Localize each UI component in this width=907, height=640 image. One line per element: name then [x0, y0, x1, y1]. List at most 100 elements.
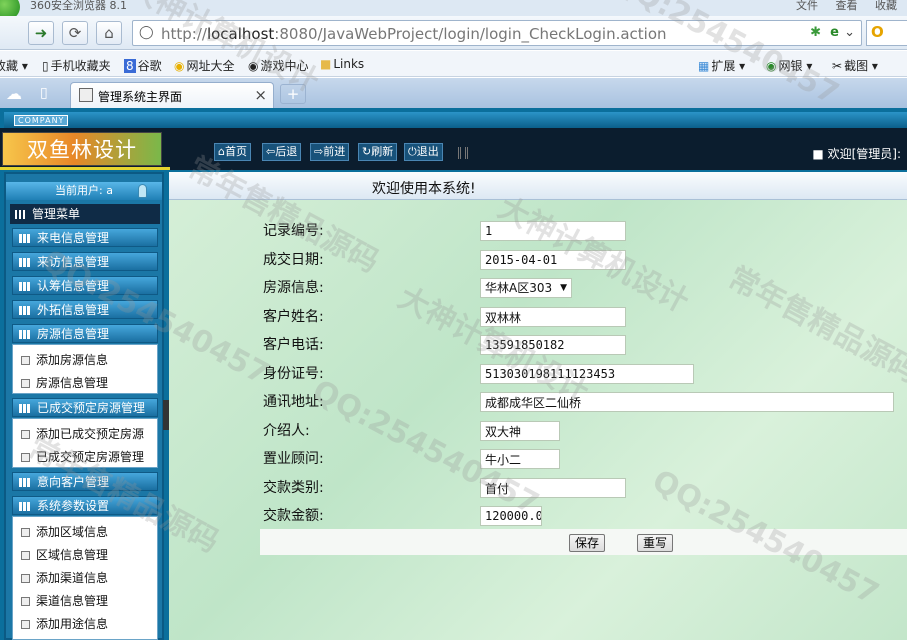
home-icon[interactable]: ⌂ — [96, 21, 122, 45]
menu-manage-channel[interactable]: 渠道信息管理 — [21, 592, 108, 609]
url-bar[interactable]: ◯ http://localhost:8080/JavaWebProject/l… — [132, 20, 862, 46]
doc-icon — [21, 551, 30, 560]
screenshot-button[interactable]: ✂ 截图 ▾ — [832, 57, 878, 74]
menu-title: 管理菜单 — [10, 204, 160, 224]
doc-icon — [21, 356, 30, 365]
house-submenu: 添加房源信息 房源信息管理 — [12, 344, 158, 394]
ebank-button[interactable]: ◉ 网银 ▾ — [766, 57, 812, 74]
doc-icon — [21, 379, 30, 388]
bookmark-google[interactable]: 8 谷歌 — [124, 57, 162, 74]
customer-name-field[interactable] — [480, 307, 626, 327]
list-icon — [19, 404, 31, 413]
doc-icon — [21, 597, 30, 606]
browser-menu[interactable]: 文件 查看 收藏 — [796, 0, 897, 13]
home-button[interactable]: ⌂首页 — [214, 143, 251, 161]
sidebar: 当前用户: a 管理菜单 来电信息管理 来访信息管理 认筹信息管理 外拓信息管理… — [4, 172, 164, 640]
introducer-field[interactable] — [480, 421, 560, 441]
payment-amount-field[interactable] — [480, 506, 542, 526]
doc-icon — [21, 430, 30, 439]
power-icon: ⏻ — [408, 145, 417, 158]
category-calls[interactable]: 来电信息管理 — [12, 228, 158, 247]
tab-main[interactable]: 管理系统主界面 × — [70, 82, 274, 108]
menu-manage-house[interactable]: 房源信息管理 — [21, 374, 108, 391]
menu-add-channel[interactable]: 添加渠道信息 — [21, 569, 108, 586]
menu-manage-region[interactable]: 区域信息管理 — [21, 546, 108, 563]
brand-logo: 双鱼林设计 — [2, 132, 162, 166]
system-submenu: 添加区域信息 区域信息管理 添加渠道信息 渠道信息管理 添加用途信息 — [12, 516, 158, 640]
puzzle-icon: ▦ — [698, 59, 710, 73]
list-icon — [19, 258, 31, 267]
deal-date-field[interactable] — [480, 250, 626, 270]
menu-manage-deal[interactable]: 已成交预定房源管理 — [21, 448, 144, 465]
bookmark-favorites[interactable]: 收藏 ▾ — [0, 57, 28, 74]
app-page: COMPANY 双鱼林设计 ⌂首页 ⇦后退 ⇨前进 ↻刷新 ⏻退出 ■ 欢迎[管… — [0, 108, 907, 640]
url-path: :8080/JavaWebProject/login/login_CheckLo… — [274, 25, 667, 43]
label-introducer: 介绍人: — [263, 423, 310, 439]
search-engine-icon: O — [871, 23, 884, 41]
menu-favorites[interactable]: 收藏 — [875, 0, 897, 12]
tab-close-icon[interactable]: × — [254, 86, 267, 104]
scissors-icon: ✂ — [832, 59, 843, 73]
gamepad-icon: ◉ — [248, 59, 259, 73]
menu-file[interactable]: 文件 — [796, 0, 818, 12]
page-list-icon[interactable]: ▯ — [40, 85, 48, 101]
refresh-button[interactable]: ↻刷新 — [358, 143, 398, 161]
refresh-icon[interactable]: ⟳ — [62, 21, 88, 45]
new-tab-button[interactable]: + — [280, 84, 306, 104]
ie-mode-icon[interactable]: e — [830, 25, 839, 40]
back-button[interactable]: ⇦后退 — [262, 143, 302, 161]
category-houses[interactable]: 房源信息管理 — [12, 324, 158, 343]
category-visits[interactable]: 来访信息管理 — [12, 252, 158, 271]
search-box[interactable]: O — [866, 20, 907, 46]
doc-icon — [21, 620, 30, 629]
consultant-field[interactable] — [480, 449, 560, 469]
bookmark-nav[interactable]: ◉ 网址大全 — [174, 57, 235, 74]
menu-add-region[interactable]: 添加区域信息 — [21, 523, 108, 540]
menu-add-usage[interactable]: 添加用途信息 — [21, 615, 108, 632]
compat-mode-icon[interactable]: ✱ — [810, 25, 821, 40]
cloud-icon[interactable]: ☁ — [6, 84, 22, 103]
main-header: 欢迎使用本系统! — [169, 172, 907, 200]
category-outreach[interactable]: 外拓信息管理 — [12, 300, 158, 319]
toolbar-grip — [458, 147, 468, 159]
bookmark-links[interactable]: ■ Links — [320, 57, 364, 71]
extensions-button[interactable]: ▦ 扩展 ▾ — [698, 57, 745, 74]
customer-phone-field[interactable] — [480, 335, 626, 355]
shield-icon: ◯ — [139, 25, 154, 40]
category-subscription[interactable]: 认筹信息管理 — [12, 276, 158, 295]
address-field[interactable] — [480, 392, 894, 412]
deal-submenu: 添加已成交预定房源 已成交预定房源管理 — [12, 418, 158, 468]
list-icon — [19, 330, 31, 339]
doc-icon — [21, 574, 30, 583]
category-prospects[interactable]: 意向客户管理 — [12, 472, 158, 491]
url-dropdown-icon[interactable]: ⌄ — [844, 25, 855, 40]
label-id-card: 身份证号: — [263, 366, 324, 382]
id-card-field[interactable] — [480, 364, 694, 384]
forward-button[interactable]: ⇨前进 — [310, 143, 350, 161]
nav-icon: ◉ — [174, 59, 185, 73]
save-button[interactable]: 保存 — [569, 534, 606, 552]
grid-icon — [15, 210, 27, 219]
category-system[interactable]: 系统参数设置 — [12, 496, 158, 515]
logout-button[interactable]: ⏻退出 — [404, 143, 443, 161]
list-icon — [19, 234, 31, 243]
back-arrow-icon[interactable]: ➜ — [28, 21, 54, 45]
ebank-icon: ◉ — [766, 59, 777, 73]
folder-icon: ■ — [320, 57, 332, 71]
chevron-down-icon: ▼ — [560, 283, 567, 293]
url-host: localhost — [206, 25, 275, 43]
app-header: 双鱼林设计 ⌂首页 ⇦后退 ⇨前进 ↻刷新 ⏻退出 ■ 欢迎[管理员]: — [0, 128, 907, 170]
list-icon — [19, 502, 31, 511]
reset-button[interactable]: 重写 — [637, 534, 674, 552]
menu-add-deal[interactable]: 添加已成交预定房源 — [21, 425, 144, 442]
bookmark-mobile[interactable]: ▯ 手机收藏夹 — [42, 57, 111, 74]
payment-type-field[interactable] — [480, 478, 626, 498]
category-deals[interactable]: 已成交预定房源管理 — [12, 398, 158, 417]
house-info-select[interactable]: 华林A区303 ▼ — [480, 278, 572, 298]
menu-add-house[interactable]: 添加房源信息 — [21, 351, 108, 368]
form-actions: 保存 重写 — [260, 529, 907, 555]
record-id-field[interactable] — [480, 221, 626, 241]
menu-view[interactable]: 查看 — [836, 0, 858, 12]
bookmark-games[interactable]: ◉ 游戏中心 — [248, 57, 309, 74]
label-record-id: 记录编号: — [263, 223, 324, 239]
